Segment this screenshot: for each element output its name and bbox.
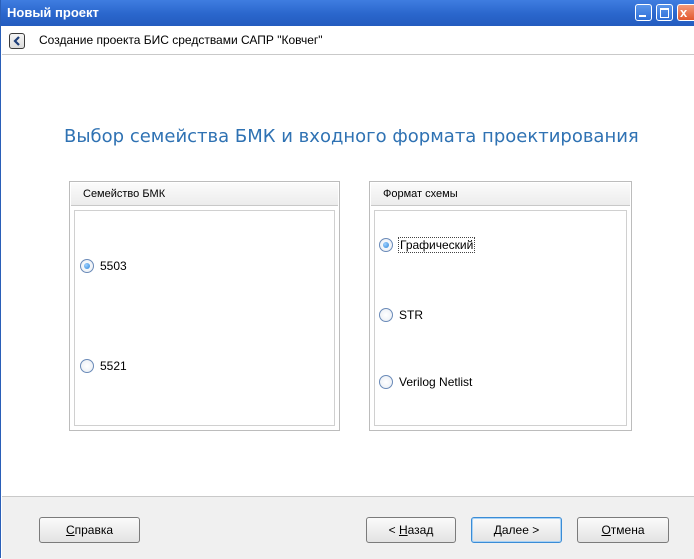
radio-format-str[interactable]: STR [379, 308, 424, 322]
radio-label[interactable]: STR [398, 308, 424, 322]
window-title: Новый проект [7, 5, 99, 20]
wizard-footer: Справка < Назад Далее > Отмена [2, 496, 694, 559]
family-group-title: Семейство БМК [83, 188, 166, 200]
radio-selected-dot [84, 263, 90, 269]
help-button[interactable]: Справка [39, 517, 140, 543]
radio-circle[interactable] [379, 375, 393, 389]
radio-label[interactable]: Графический [398, 237, 476, 253]
title-bar[interactable]: Новый проект x [1, 0, 694, 26]
cancel-button[interactable]: Отмена [577, 517, 669, 543]
radio-family-5503[interactable]: 5503 [80, 259, 128, 273]
format-group-header: Формат схемы [371, 183, 630, 206]
family-group: Семейство БМК 5503 5521 [69, 181, 340, 431]
minimize-icon [639, 15, 646, 17]
format-group-title: Формат схемы [383, 188, 458, 200]
back-mnemonic: Н [398, 523, 408, 537]
radio-label[interactable]: 5503 [99, 259, 128, 273]
radio-label[interactable]: 5521 [99, 359, 128, 373]
wizard-header: Создание проекта БИС средствами САПР "Ко… [2, 26, 694, 55]
family-group-header: Семейство БМК [71, 183, 338, 206]
next-mnemonic: Д [493, 523, 502, 537]
back-prefix: < [388, 523, 399, 537]
radio-label[interactable]: Verilog Netlist [398, 375, 473, 389]
back-label: азад [407, 523, 434, 537]
radio-circle[interactable] [379, 308, 393, 322]
radio-format-verilog[interactable]: Verilog Netlist [379, 375, 473, 389]
wizard-header-title: Создание проекта БИС средствами САПР "Ко… [39, 33, 323, 47]
step-title: Выбор семейства БМК и входного формата п… [64, 126, 639, 147]
close-icon: x [680, 5, 688, 20]
radio-circle[interactable] [80, 259, 94, 273]
radio-selected-dot [383, 242, 389, 248]
help-label: правка [74, 523, 114, 537]
chevron-left-icon [13, 36, 20, 46]
close-button[interactable]: x [677, 4, 694, 21]
wizard-window: Новый проект x Создание проекта БИС сред… [0, 0, 694, 559]
maximize-button[interactable] [656, 4, 673, 21]
back-button[interactable]: < Назад [366, 517, 456, 543]
format-group: Формат схемы Графический STR Verilog Net… [369, 181, 632, 431]
next-button[interactable]: Далее > [471, 517, 562, 543]
radio-circle[interactable] [379, 238, 393, 252]
next-label: алее > [501, 523, 540, 537]
radio-format-graphic[interactable]: Графический [379, 237, 476, 253]
maximize-icon [660, 8, 669, 18]
radio-family-5521[interactable]: 5521 [80, 359, 128, 373]
back-arrow-button[interactable] [9, 33, 25, 49]
cancel-label: тмена [610, 523, 645, 537]
help-mnemonic: С [65, 523, 75, 537]
cancel-mnemonic: О [601, 523, 611, 537]
family-group-body [74, 210, 335, 426]
minimize-button[interactable] [635, 4, 652, 21]
radio-circle[interactable] [80, 359, 94, 373]
